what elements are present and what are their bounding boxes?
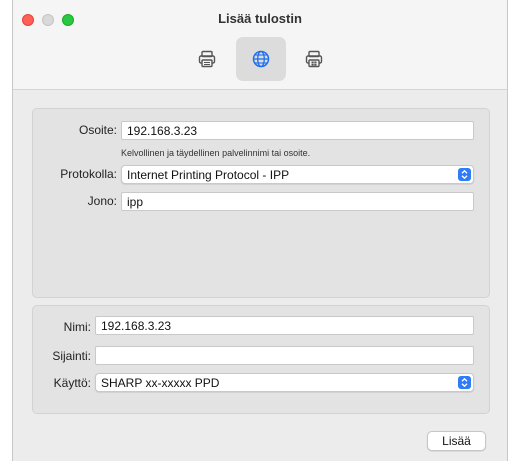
printer-icon [198,50,216,68]
location-label: Sijainti: [52,349,91,363]
address-hint: Kelvollinen ja täydellinen palvelinnimi … [121,148,311,158]
protocol-select[interactable]: Internet Printing Protocol - IPP [121,165,474,184]
printer-windows-icon [305,50,323,68]
toolbar-ip-button[interactable] [236,37,286,81]
queue-label: Jono: [87,194,117,208]
chevron-updown-icon [458,376,471,389]
address-field[interactable]: 192.168.3.23 [121,121,474,140]
protocol-label: Protokolla: [60,167,117,181]
queue-field[interactable]: ipp [121,192,474,211]
toolbar-default-button[interactable] [182,37,232,81]
location-field[interactable] [95,346,474,365]
window-title: Lisää tulostin [218,11,302,26]
driver-value: SHARP xx-xxxxx PPD [101,376,220,390]
chevron-updown-icon [458,168,471,181]
titlebar: Lisää tulostin [13,0,507,90]
add-button[interactable]: Lisää [427,431,486,451]
protocol-value: Internet Printing Protocol - IPP [127,168,290,182]
name-field[interactable]: 192.168.3.23 [95,316,474,335]
address-label: Osoite: [78,123,117,137]
name-label: Nimi: [63,320,91,334]
driver-select[interactable]: SHARP xx-xxxxx PPD [95,373,474,392]
toolbar-windows-button[interactable] [289,37,339,81]
add-printer-window: Lisää tulostin Osoite: 192.168.3.23 Kelv… [12,0,508,461]
network-settings-panel: Osoite: 192.168.3.23 Kelvollinen ja täyd… [32,108,490,298]
printer-details-panel: Nimi: 192.168.3.23 Sijainti: Käyttö: SHA… [32,305,490,414]
use-label: Käyttö: [53,376,91,390]
globe-icon [252,50,270,68]
